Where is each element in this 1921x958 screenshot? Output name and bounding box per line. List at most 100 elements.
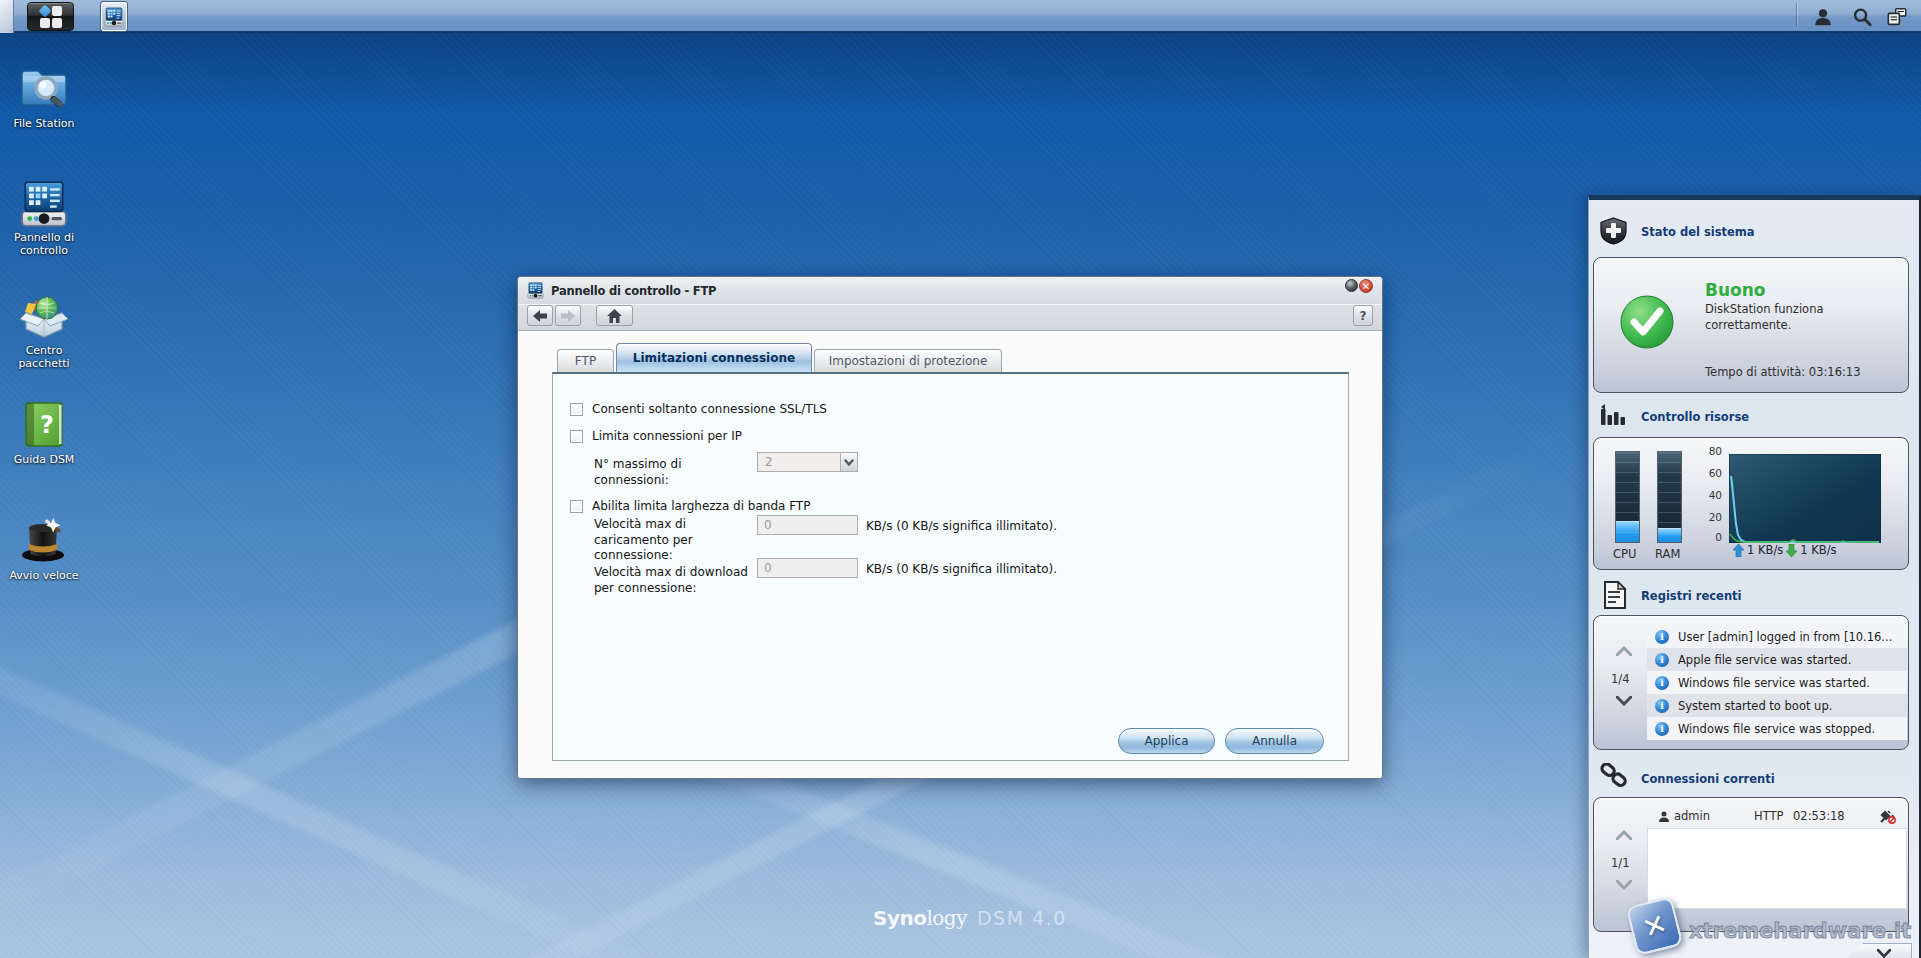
system-status-box: Buono DiskStation funziona correttamente… [1593, 257, 1909, 393]
tab-ftp[interactable]: FTP [557, 349, 614, 372]
log-text: User [admin] logged in from [10.16... [1678, 630, 1892, 644]
download-speed-input[interactable]: 0 [757, 558, 858, 578]
log-text: Windows file service was stopped. [1678, 722, 1875, 736]
log-text: Apple file service was started. [1678, 653, 1851, 667]
log-list: iUser [admin] logged in from [10.16... i… [1647, 625, 1907, 740]
control-panel-icon [104, 7, 124, 27]
max-connections-select[interactable]: 2 [757, 452, 858, 472]
close-button[interactable]: ✕ [1359, 279, 1373, 293]
taskbar-control-panel-button[interactable] [101, 2, 127, 31]
tab-impostazioni-protezione[interactable]: Impostazioni di protezione [814, 349, 1002, 372]
recent-logs-title: Registri recenti [1641, 589, 1742, 603]
window-title: Pannello di controllo - FTP [551, 284, 716, 298]
cancel-button[interactable]: Annulla [1225, 728, 1324, 754]
tab-limitazioni-connessione[interactable]: Limitazioni connessione [616, 343, 812, 372]
log-text: Windows file service was started. [1678, 676, 1870, 690]
home-button[interactable] [596, 305, 633, 326]
upload-arrow-icon [1733, 544, 1744, 557]
status-ok-icon [1619, 294, 1675, 350]
info-icon: i [1655, 653, 1669, 667]
search-button[interactable] [1849, 5, 1874, 29]
connection-user: admin [1674, 809, 1710, 823]
desktop-icon-quick-start[interactable]: Avvio veloce [0, 514, 88, 583]
pilot-view-icon [1886, 6, 1909, 28]
user-menu-button[interactable] [1810, 5, 1835, 29]
logs-page-down[interactable] [1616, 696, 1632, 706]
package-center-icon [0, 293, 88, 341]
connections-title: Connessioni correnti [1641, 772, 1775, 786]
logs-page-indicator: 1/4 [1611, 672, 1630, 686]
chevron-down-icon [844, 459, 854, 466]
info-icon: i [1655, 699, 1669, 713]
ssl-checkbox[interactable] [570, 403, 583, 416]
user-icon [1812, 6, 1834, 28]
help-glyph: ? [1360, 309, 1367, 323]
minimize-button[interactable] [1345, 279, 1358, 292]
forward-button[interactable] [555, 305, 581, 326]
download-speed-suffix: KB/s (0 KB/s significa illimitato). [866, 562, 1057, 576]
connection-list-empty [1647, 828, 1907, 909]
download-rate: 1 KB/s [1800, 543, 1836, 557]
log-row[interactable]: i Apple file service was started. [1647, 648, 1907, 671]
desktop-icon-control-panel[interactable]: Pannello di controllo [0, 180, 88, 258]
disconnect-icon[interactable] [1879, 809, 1896, 824]
system-status-icon [1599, 217, 1628, 245]
logs-page-up[interactable] [1616, 646, 1632, 656]
select-arrow [840, 453, 857, 471]
connection-row[interactable]: admin HTTP 02:53:18 [1647, 806, 1907, 828]
bandwidth-checkbox[interactable] [570, 500, 583, 513]
tab-label: Limitazioni connessione [633, 351, 795, 365]
window-content: FTP Limitazioni connessione Impostazioni… [518, 331, 1382, 778]
uptime-text: Tempo di attività: 03:16:13 [1705, 365, 1861, 379]
logo-brand-serif: logy [926, 906, 967, 930]
info-icon: i [1655, 722, 1669, 736]
file-station-icon [0, 62, 88, 114]
help-button[interactable]: ? [1353, 305, 1373, 326]
desktop-icon-file-station[interactable]: File Station [0, 62, 88, 131]
upload-speed-input[interactable]: 0 [757, 515, 858, 535]
desktop-icon-label: File Station [0, 118, 88, 131]
window-titlebar[interactable]: Pannello di controllo - FTP [518, 277, 1382, 304]
desktop-icon-label: Pannello di controllo [0, 232, 88, 258]
connections-page-indicator: 1/1 [1611, 856, 1630, 870]
ram-label: RAM [1655, 547, 1680, 561]
connections-page-down[interactable] [1616, 880, 1632, 890]
window-title-icon [527, 282, 544, 299]
resource-monitor-icon [1600, 403, 1628, 427]
limit-ip-checkbox-label: Limita connessioni per IP [592, 429, 742, 443]
limit-ip-checkbox[interactable] [570, 430, 583, 443]
axis-tick: 20 [1698, 511, 1722, 523]
forward-icon [561, 310, 575, 322]
log-row[interactable]: iSystem started to boot up. [1647, 694, 1907, 717]
back-button[interactable] [527, 305, 553, 326]
ssl-checkbox-label: Consenti soltanto connessione SSL/TLS [592, 402, 827, 416]
pilot-view-button[interactable] [1885, 5, 1910, 29]
desktop-icon-package-center[interactable]: Centro pacchetti [0, 293, 88, 371]
svg-text:?: ? [40, 411, 54, 439]
main-menu-icon [40, 6, 62, 28]
sidebar-collapse-tab[interactable] [1842, 943, 1912, 958]
status-value: Buono [1705, 280, 1766, 300]
upload-speed-suffix: KB/s (0 KB/s significa illimitato). [866, 519, 1057, 533]
connections-icon [1600, 763, 1630, 789]
recent-logs-icon [1601, 581, 1627, 609]
widget-sidebar: Stato del sistema Buono DiskStation funz… [1588, 195, 1921, 958]
connections-page-up[interactable] [1616, 830, 1632, 840]
desktop-icon-dsm-help[interactable]: ? Guida DSM [0, 400, 88, 467]
log-row[interactable]: iWindows file service was started. [1647, 671, 1907, 694]
apply-button[interactable]: Applica [1118, 728, 1215, 754]
log-row[interactable]: i Windows file service was stopped. [1647, 717, 1907, 740]
network-chart [1729, 454, 1881, 543]
download-speed-label: Velocità max di download per connessione… [594, 565, 774, 596]
axis-tick: 0 [1698, 531, 1722, 543]
network-rates: 1 KB/s 1 KB/s [1733, 543, 1837, 557]
back-icon [533, 310, 547, 322]
quick-start-icon [0, 514, 88, 566]
taskbar-separator [1796, 3, 1797, 26]
download-arrow-icon [1786, 544, 1797, 557]
show-desktop-button[interactable] [0, 0, 14, 33]
upload-rate: 1 KB/s [1747, 543, 1783, 557]
control-panel-desktop-icon [0, 180, 88, 228]
main-menu-button[interactable] [27, 2, 74, 31]
log-row[interactable]: iUser [admin] logged in from [10.16... [1647, 625, 1907, 648]
